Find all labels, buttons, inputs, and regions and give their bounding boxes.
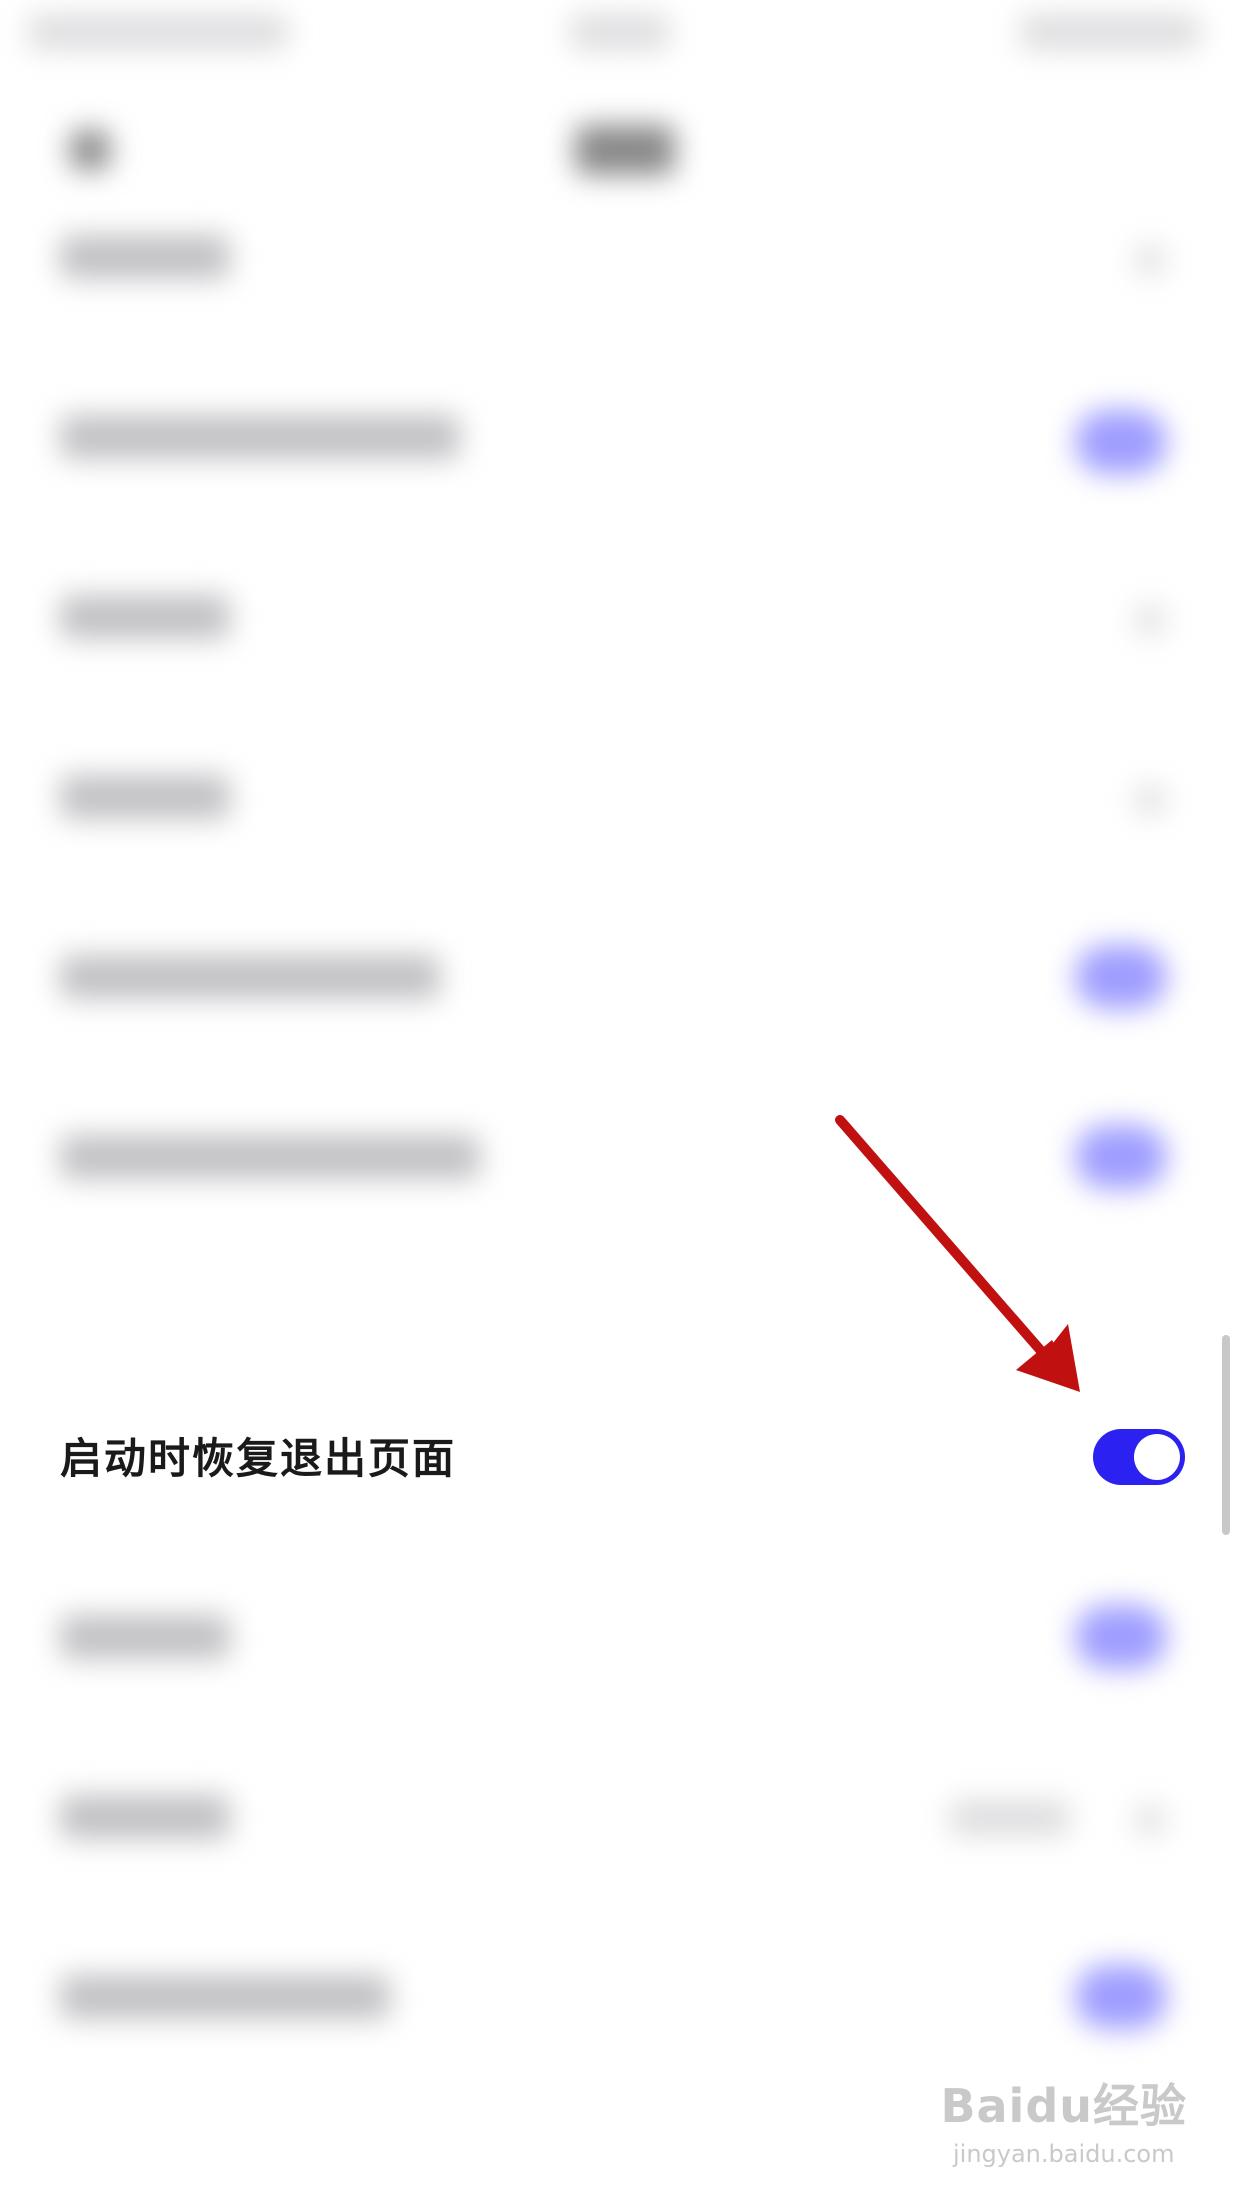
annotation-arrow-icon	[835, 1115, 1080, 1392]
watermark-url: jingyan.baidu.com	[952, 2140, 1175, 2168]
baidu-watermark: Baidu经验 jingyan.baidu.com	[940, 2070, 1187, 2168]
watermark-brand: Baidu经验	[940, 2079, 1187, 2133]
